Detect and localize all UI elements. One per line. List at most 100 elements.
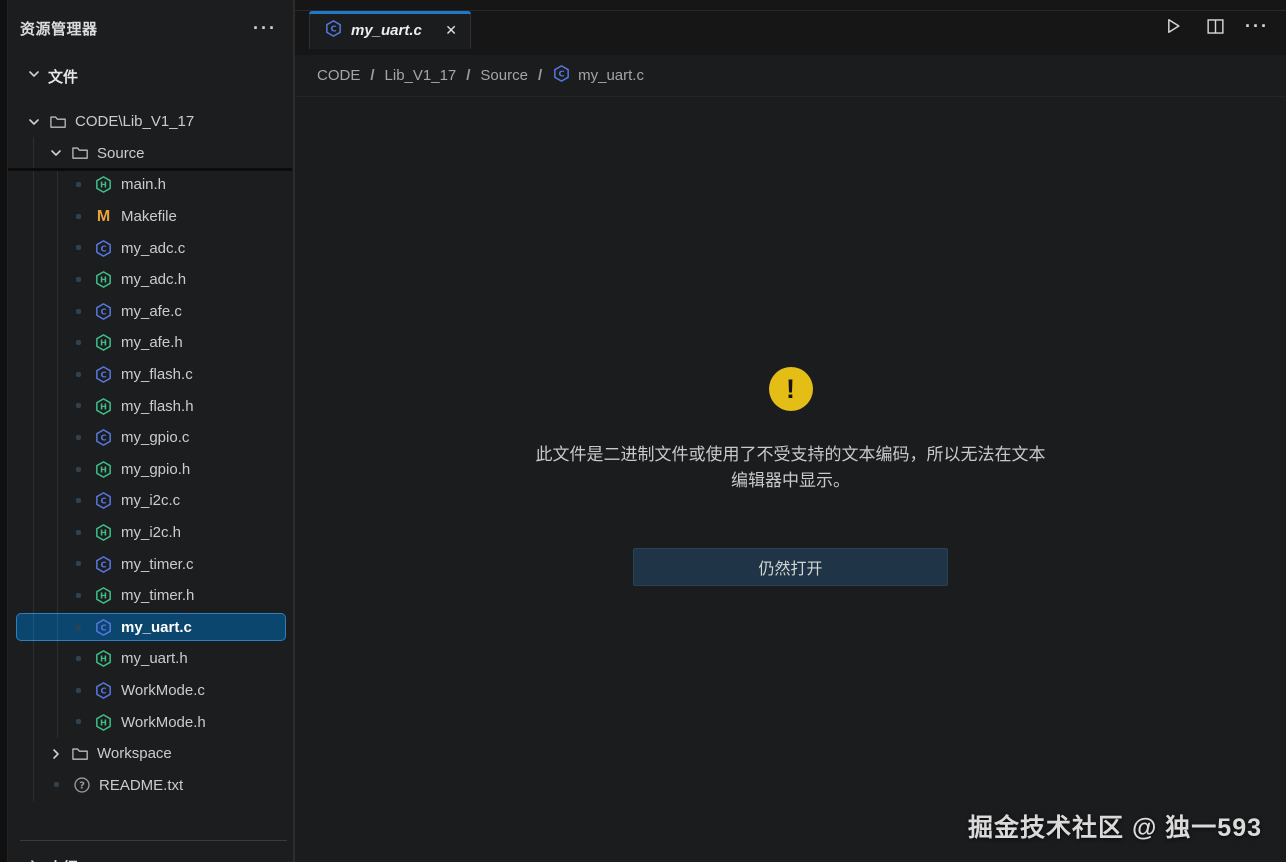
svg-text:C: C [100,370,106,380]
explorer-more-actions-icon[interactable]: ··· [253,23,277,33]
svg-text:H: H [100,275,107,285]
modified-dot [54,782,59,787]
tree-item-my-uart-c[interactable]: Cmy_uart.c [8,612,293,644]
modified-dot [76,182,81,187]
tree-item-my-afe-c[interactable]: Cmy_afe.c [8,296,293,328]
modified-dot [76,719,81,724]
tree-item-my-flash-c[interactable]: Cmy_flash.c [8,359,293,391]
modified-dot [76,277,81,282]
c-hexagon-icon: C [94,239,113,258]
warning-message-line2: 编辑器中显示。 [536,468,1046,494]
tree-item-label: my_gpio.h [121,461,190,478]
c-hexagon-icon: C [94,681,113,700]
tree-item-my-adc-h[interactable]: Hmy_adc.h [8,264,293,296]
editor-actions: ··· [1162,15,1268,37]
h-hexagon-icon: H [94,523,113,542]
tree-item-my-uart-h[interactable]: Hmy_uart.h [8,643,293,675]
tree-item-my-flash-h[interactable]: Hmy_flash.h [8,390,293,422]
sidebar-section-divider [20,840,287,841]
tab-close-icon[interactable]: ✕ [442,21,460,40]
tree-item-label: WorkMode.c [121,682,205,699]
breadcrumb-item[interactable]: CODE [317,67,360,84]
editor-content: ! 此文件是二进制文件或使用了不受支持的文本编码，所以无法在文本 编辑器中显示。… [295,97,1286,862]
tree-item-my-adc-c[interactable]: Cmy_adc.c [8,232,293,264]
tree-item-my-timer-h[interactable]: Hmy_timer.h [8,580,293,612]
modified-dot [76,561,81,566]
tree-item-workmode-c[interactable]: C WorkMode.c [8,675,293,707]
h-hexagon-icon: H [94,713,113,732]
modified-dot [76,245,81,250]
warning-message-line1: 此文件是二进制文件或使用了不受支持的文本编码，所以无法在文本 [536,442,1046,468]
tab-my-uart-c[interactable]: C my_uart.c ✕ [309,11,471,49]
modified-dot [76,625,81,630]
folder-icon [70,144,89,163]
breadcrumb-separator: / [370,67,374,84]
tree-item-label: my_uart.c [121,619,192,636]
modified-dot [76,435,81,440]
more-actions-icon[interactable]: ··· [1246,15,1268,37]
breadcrumb-item[interactable]: Source [480,67,528,84]
tree-item-workmode-h[interactable]: HWorkMode.h [8,706,293,738]
breadcrumb-separator: / [538,67,542,84]
tree-item-workspace[interactable]: Workspace [8,738,293,770]
split-editor-button[interactable] [1204,15,1226,37]
modified-dot [76,593,81,598]
tree-item-my-gpio-h[interactable]: Hmy_gpio.h [8,454,293,486]
sticky-scroll-separator [8,168,292,171]
run-button[interactable] [1162,15,1184,37]
svg-text:C: C [330,23,336,33]
h-hexagon-icon: H [94,333,113,352]
svg-text:C: C [100,306,106,316]
tree-item-my-gpio-c[interactable]: Cmy_gpio.c [8,422,293,454]
modified-dot [76,498,81,503]
chevron-down-icon [26,66,42,87]
svg-text:H: H [100,464,107,474]
tree-item-my-afe-h[interactable]: Hmy_afe.h [8,327,293,359]
indent-guide [57,169,58,738]
files-section-label: 文件 [48,66,78,87]
tree-item-label: my_afe.c [121,303,182,320]
outline-section-label: 大纲 [48,857,78,862]
tree-item-label: my_timer.c [121,556,194,573]
tree-item-my-i2c-c[interactable]: Cmy_i2c.c [8,485,293,517]
svg-text:H: H [100,338,107,348]
tree-item-label: my_uart.h [121,650,188,667]
modified-dot [76,403,81,408]
modified-dot [76,214,81,219]
tree-item-main-h[interactable]: Hmain.h [8,169,293,201]
editor-area: C my_uart.c ✕ ··· CODE / Lib_V1_17 / Sou… [295,0,1286,862]
tree-item-source[interactable]: Source [8,138,293,170]
warning-message: 此文件是二进制文件或使用了不受支持的文本编码，所以无法在文本 编辑器中显示。 [536,442,1046,495]
tree-item-readme-txt[interactable]: ?README.txt [8,769,293,801]
svg-text:H: H [100,717,107,727]
breadcrumb-item-file[interactable]: C my_uart.c [552,64,644,87]
explorer-sidebar: 资源管理器 ··· 文件 CODE\Lib_V1_17SourceHmain.h… [8,0,293,862]
modified-dot [76,530,81,535]
tree-item-code-lib-v1-17[interactable]: CODE\Lib_V1_17 [8,106,293,138]
outline-section-header[interactable]: 大纲 [8,847,293,862]
tree-item-label: my_timer.h [121,587,194,604]
makefile-icon: M [94,207,113,226]
breadcrumb-item[interactable]: Lib_V1_17 [385,67,457,84]
tab-label: my_uart.c [351,22,434,39]
h-hexagon-icon: H [94,175,113,194]
modified-dot [76,467,81,472]
h-hexagon-icon: H [94,460,113,479]
tree-item-my-timer-c[interactable]: Cmy_timer.c [8,548,293,580]
tree-item-makefile[interactable]: MMakefile [8,201,293,233]
c-hexagon-icon: C [94,491,113,510]
c-hexagon-icon: C [324,19,343,43]
tree-item-label: my_gpio.c [121,429,189,446]
tab-bar: C my_uart.c ✕ ··· [295,0,1286,55]
chevron-down-icon [26,114,42,130]
h-hexagon-icon: H [94,270,113,289]
open-anyway-button[interactable]: 仍然打开 [633,548,948,586]
files-section-header[interactable]: 文件 [8,56,293,96]
tree-item-my-i2c-h[interactable]: Hmy_i2c.h [8,517,293,549]
breadcrumb: CODE / Lib_V1_17 / Source / C my_uart.c [295,55,1286,97]
tree-item-label: my_adc.h [121,271,186,288]
warning-icon: ! [769,367,813,411]
tree-item-label: Workspace [97,745,172,762]
question-circle-icon: ? [72,776,91,795]
file-tree: CODE\Lib_V1_17SourceHmain.hMMakefileCmy_… [8,96,293,801]
